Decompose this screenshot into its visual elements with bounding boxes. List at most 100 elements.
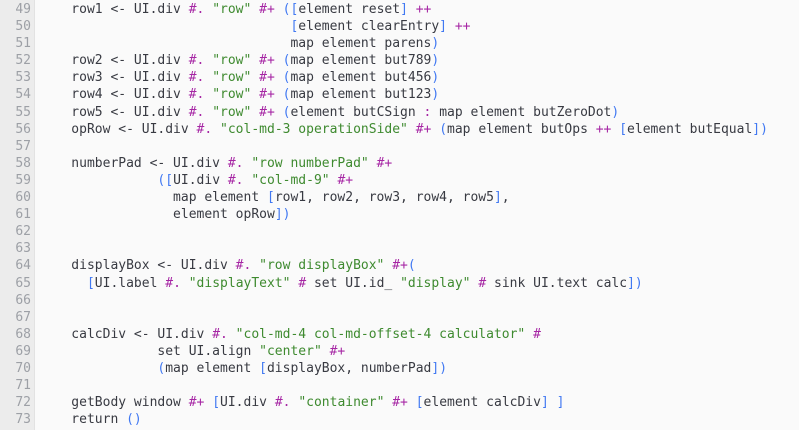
line-code: (map element [displayBox, numberPad]) [40, 360, 447, 377]
code-line[interactable]: 52 row2 <- UI.div #. "row" #+ (map eleme… [0, 52, 799, 69]
line-code: row1 <- UI.div #. "row" #+ ([element res… [40, 1, 431, 18]
line-number: 56 [15, 121, 31, 137]
code-token: ) [431, 36, 440, 52]
code-token: numberPad <- UI.div [40, 155, 228, 171]
code-line[interactable]: 72 getBody window #+ [UI.div #. "contain… [0, 394, 799, 411]
code-token: ) [611, 104, 620, 120]
line-number: 69 [15, 343, 31, 359]
code-line[interactable]: 56 opRow <- UI.div #. "col-md-3 operatio… [0, 121, 799, 138]
code-token: UI.label [94, 275, 166, 291]
code-token: #+ [392, 258, 408, 274]
line-code: [element clearEntry] ++ [40, 18, 470, 35]
code-line[interactable]: 53 row3 <- UI.div #. "row" #+ (map eleme… [0, 69, 799, 86]
line-number: 61 [15, 207, 31, 223]
code-token: element opRow [40, 207, 275, 223]
line-code: numberPad <- UI.div #. "row numberPad" #… [40, 155, 392, 172]
line-code: opRow <- UI.div #. "col-md-3 operationSi… [40, 121, 768, 138]
code-token: map element parens [40, 36, 432, 52]
code-token: #. [227, 155, 244, 171]
line-number: 57 [15, 138, 31, 154]
code-token: [ [86, 275, 95, 291]
line-number: 71 [15, 378, 31, 394]
code-line[interactable]: 61 element opRow]) [0, 206, 799, 223]
code-line[interactable]: 68 calcDiv <- UI.div #. "col-md-4 col-md… [0, 326, 799, 343]
code-token: "container" [298, 395, 385, 411]
code-token: #. [212, 326, 228, 342]
code-token: #. [188, 70, 205, 86]
code-token: ] [400, 2, 408, 17]
code-line[interactable]: 55 row5 <- UI.div #. "row" #+ (element b… [0, 104, 799, 121]
code-line[interactable]: 71 [0, 377, 799, 394]
code-token: displayBox <- UI.div [40, 258, 236, 274]
code-token: map element [40, 190, 267, 206]
code-token: #+ [329, 343, 346, 359]
code-line[interactable]: 59 ([UI.div #. "col-md-9" #+ [0, 172, 799, 189]
line-number: 63 [15, 241, 31, 257]
code-token: ] [439, 19, 447, 35]
code-line[interactable]: 65 [UI.label #. "displayText" # set UI.i… [0, 275, 799, 292]
line-number: 59 [15, 172, 31, 188]
code-line[interactable]: 60 map element [row1, row2, row3, row4, … [0, 189, 799, 206]
line-number: 62 [15, 224, 31, 240]
line-number: 60 [15, 190, 31, 206]
code-token: "row numberPad" [251, 155, 369, 171]
line-code: calcDiv <- UI.div #. "col-md-4 col-md-of… [40, 326, 541, 343]
code-token: ++ [595, 121, 612, 137]
code-token: #. [165, 275, 181, 291]
line-code: row3 <- UI.div #. "row" #+ (map element … [40, 69, 439, 86]
code-line[interactable]: 66 [0, 292, 799, 309]
code-line[interactable]: 62 [0, 223, 799, 240]
code-line[interactable]: 51 map element parens) [0, 35, 799, 52]
code-token: ) [431, 70, 440, 86]
code-line[interactable]: 50 [element clearEntry] ++ [0, 18, 799, 35]
code-token: ( [126, 412, 134, 428]
line-number: 51 [15, 36, 31, 52]
code-token: #. [274, 395, 291, 411]
code-line[interactable]: 58 numberPad <- UI.div #. "row numberPad… [0, 155, 799, 172]
code-line[interactable]: 63 [0, 240, 799, 257]
code-token: #. [188, 2, 205, 17]
code-line[interactable]: 67 [0, 309, 799, 326]
code-token: [ [212, 395, 221, 411]
line-code: [UI.label #. "displayText" # set UI.id_ … [40, 275, 643, 292]
code-token: #+ [259, 87, 275, 103]
line-number: 70 [15, 360, 31, 376]
code-line[interactable]: 69 set UI.align "center" #+ [0, 343, 799, 360]
code-token: [ [266, 190, 275, 206]
code-token: # [478, 275, 487, 291]
code-token: "col-md-4 col-md-offset-4 calculator" [235, 326, 526, 342]
code-token: ++ [415, 2, 432, 17]
code-line[interactable]: 70 (map element [displayBox, numberPad]) [0, 360, 799, 377]
code-token: [ [415, 395, 424, 411]
code-line[interactable]: 73 return () [0, 411, 799, 428]
code-token: ) [634, 275, 643, 291]
code-token: row5 <- UI.div [40, 104, 189, 120]
code-token: element calcDiv [423, 395, 541, 411]
code-token: calcDiv <- UI.div [40, 326, 213, 342]
code-token: [ [259, 360, 267, 376]
line-number: 67 [15, 309, 31, 325]
code-line[interactable]: 54 row4 <- UI.div #. "row" #+ (map eleme… [0, 86, 799, 103]
code-line[interactable]: 49 row1 <- UI.div #. "row" #+ ([element … [0, 1, 799, 18]
code-line[interactable]: 57 [0, 138, 799, 155]
code-token: element butCSign [290, 104, 424, 120]
line-number: 73 [15, 412, 31, 428]
line-code: ([UI.div #. "col-md-9" #+ [40, 172, 353, 189]
code-editor[interactable]: 49 row1 <- UI.div #. "row" #+ ([element … [0, 0, 799, 430]
code-token: #. [235, 258, 252, 274]
code-line[interactable]: 64 displayBox <- UI.div #. "row displayB… [0, 257, 799, 274]
code-token: ( [407, 258, 416, 274]
